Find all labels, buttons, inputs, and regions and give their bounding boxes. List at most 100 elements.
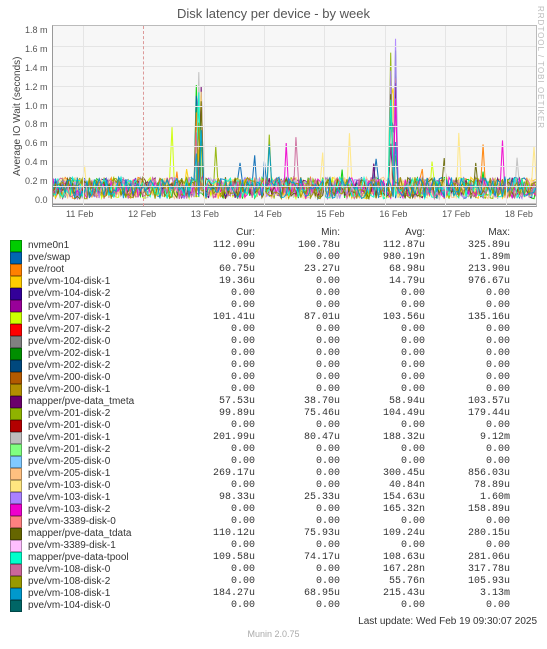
legend-name: pve/vm-201-disk-0 [28, 420, 170, 432]
legend-header: Cur: Min: Avg: Max: [10, 227, 537, 238]
legend-swatch [10, 588, 22, 600]
legend-max: 1.89m [425, 252, 510, 264]
legend-max: 135.16u [425, 312, 510, 324]
legend-swatch [10, 396, 22, 408]
y-tick: 1.2 m [25, 82, 48, 92]
x-tick: 11 Feb [66, 209, 93, 219]
legend-min: 0.00 [255, 456, 340, 468]
legend-row: pve/vm-103-disk-00.000.0040.84n78.89u [10, 480, 537, 492]
legend-avg: 0.00 [340, 360, 425, 372]
legend-max: 325.89u [425, 240, 510, 252]
legend-row: pve/vm-104-disk-119.36u0.0014.79u976.67u [10, 276, 537, 288]
legend-swatch [10, 420, 22, 432]
legend-swatch [10, 528, 22, 540]
legend-swatch [10, 504, 22, 516]
legend-row: pve/vm-201-disk-20.000.000.000.00 [10, 444, 537, 456]
legend-min: 75.46u [255, 408, 340, 420]
legend-min: 0.00 [255, 384, 340, 396]
legend-name: pve/vm-205-disk-0 [28, 456, 170, 468]
legend-name: pve/vm-104-disk-0 [28, 600, 170, 612]
legend-row: pve/vm-104-disk-20.000.000.000.00 [10, 288, 537, 300]
legend-row: pve/vm-3389-disk-10.000.000.000.00 [10, 540, 537, 552]
x-tick: 17 Feb [442, 209, 470, 219]
legend-name: pve/vm-207-disk-1 [28, 312, 170, 324]
legend-max: 0.00 [425, 300, 510, 312]
legend-row: pve/vm-200-disk-10.000.000.000.00 [10, 384, 537, 396]
legend-swatch [10, 468, 22, 480]
legend-max: 0.00 [425, 420, 510, 432]
legend-swatch [10, 276, 22, 288]
col-cur: Cur: [170, 227, 255, 238]
legend-swatch [10, 384, 22, 396]
x-axis-ticks: 11 Feb12 Feb13 Feb14 Feb15 Feb16 Feb17 F… [66, 207, 533, 219]
chart-title: Disk latency per device - by week [10, 6, 537, 21]
legend-name: pve/vm-200-disk-1 [28, 384, 170, 396]
legend-avg: 980.19n [340, 252, 425, 264]
legend-max: 105.93u [425, 576, 510, 588]
legend-avg: 0.00 [340, 372, 425, 384]
legend-row: pve/vm-202-disk-00.000.000.000.00 [10, 336, 537, 348]
legend-min: 0.00 [255, 348, 340, 360]
plot-area [52, 25, 537, 207]
legend-swatch [10, 564, 22, 576]
legend-avg: 0.00 [340, 444, 425, 456]
x-tick: 18 Feb [505, 209, 533, 219]
legend-swatch [10, 552, 22, 564]
legend-min: 0.00 [255, 444, 340, 456]
x-tick: 13 Feb [191, 209, 219, 219]
legend-cur: 0.00 [170, 252, 255, 264]
legend-avg: 108.63u [340, 552, 425, 564]
legend-row: pve/vm-200-disk-00.000.000.000.00 [10, 372, 537, 384]
legend-min: 0.00 [255, 420, 340, 432]
legend-max: 0.00 [425, 456, 510, 468]
legend-row: mapper/pve-data_tdata110.12u75.93u109.24… [10, 528, 537, 540]
legend-name: pve/vm-202-disk-2 [28, 360, 170, 372]
legend-avg: 0.00 [340, 288, 425, 300]
legend-max: 281.06u [425, 552, 510, 564]
legend-cur: 112.09u [170, 240, 255, 252]
legend-avg: 0.00 [340, 540, 425, 552]
legend-swatch [10, 480, 22, 492]
legend-cur: 98.33u [170, 492, 255, 504]
legend-max: 9.12m [425, 432, 510, 444]
legend-avg: 188.32u [340, 432, 425, 444]
legend-min: 0.00 [255, 252, 340, 264]
legend-avg: 58.94u [340, 396, 425, 408]
legend-swatch [10, 252, 22, 264]
legend-swatch [10, 432, 22, 444]
legend-swatch [10, 288, 22, 300]
col-min: Min: [255, 227, 340, 238]
legend-swatch [10, 540, 22, 552]
legend-cur: 269.17u [170, 468, 255, 480]
legend-min: 87.01u [255, 312, 340, 324]
legend-row: pve/vm-103-disk-20.000.00165.32n158.89u [10, 504, 537, 516]
legend-min: 0.00 [255, 276, 340, 288]
legend-name: pve/vm-108-disk-2 [28, 576, 170, 588]
legend-avg: 40.84n [340, 480, 425, 492]
legend-cur: 0.00 [170, 348, 255, 360]
last-update: Last update: Wed Feb 19 09:30:07 2025 [10, 616, 537, 627]
legend-max: 0.00 [425, 348, 510, 360]
legend-max: 3.13m [425, 588, 510, 600]
legend-min: 68.95u [255, 588, 340, 600]
legend-max: 0.00 [425, 540, 510, 552]
legend-avg: 300.45u [340, 468, 425, 480]
y-tick: 1.8 m [25, 25, 48, 35]
legend-min: 0.00 [255, 600, 340, 612]
legend-min: 74.17u [255, 552, 340, 564]
legend-max: 0.00 [425, 336, 510, 348]
x-tick: 12 Feb [128, 209, 156, 219]
legend-cur: 0.00 [170, 288, 255, 300]
legend-min: 0.00 [255, 576, 340, 588]
legend-row: pve/vm-205-disk-1269.17u0.00300.45u856.0… [10, 468, 537, 480]
y-tick: 0.6 m [25, 138, 48, 148]
legend-row: pve/vm-108-disk-00.000.00167.28n317.78u [10, 564, 537, 576]
legend-name: pve/vm-104-disk-1 [28, 276, 170, 288]
legend-min: 23.27u [255, 264, 340, 276]
legend-row: pve/vm-207-disk-20.000.000.000.00 [10, 324, 537, 336]
legend-min: 0.00 [255, 360, 340, 372]
legend-name: pve/vm-207-disk-2 [28, 324, 170, 336]
legend-min: 0.00 [255, 288, 340, 300]
legend-max: 0.00 [425, 600, 510, 612]
legend-avg: 167.28n [340, 564, 425, 576]
